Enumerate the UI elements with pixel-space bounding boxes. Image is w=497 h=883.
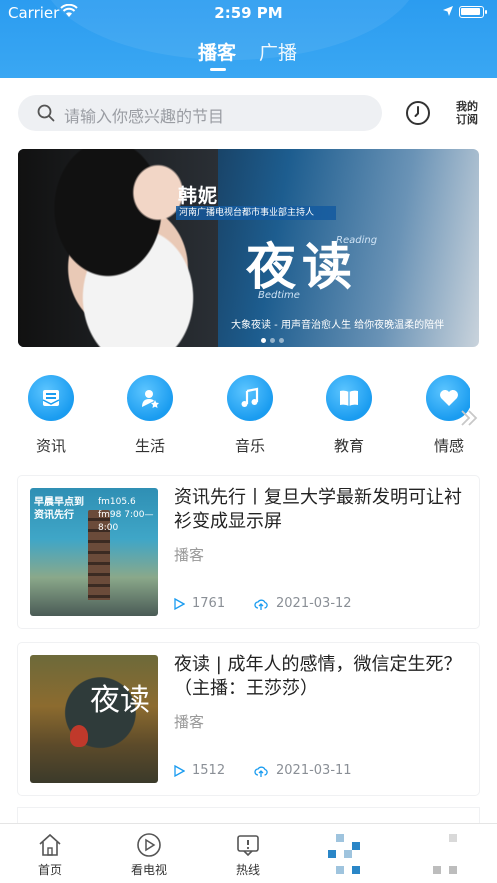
status-bar: Carrier 2:59 PM — [0, 0, 497, 26]
program-thumbnail: 早晨早点到 资讯先行 fm105.6 fm98 7:00—8:00 — [30, 488, 158, 616]
publish-date: 2021-03-12 — [276, 596, 352, 611]
battery-icon — [459, 6, 487, 18]
category-education[interactable]: 教育 — [319, 375, 379, 456]
tabbar-label: 首页 — [37, 863, 62, 877]
banner-host-name: 韩妮 — [178, 185, 219, 207]
carousel-dot[interactable] — [261, 338, 266, 343]
book-icon — [326, 375, 372, 421]
category-life[interactable]: 生活 — [120, 375, 180, 456]
program-card[interactable]: 早晨早点到 资讯先行 fm105.6 fm98 7:00—8:00 资讯先行丨复… — [18, 476, 479, 628]
banner-carousel[interactable]: 韩妮 河南广播电视台都市事业部主持人 夜读 Reading Bedtime 大象… — [18, 149, 479, 347]
location-arrow-icon — [443, 6, 453, 16]
publish-date: 2021-03-11 — [276, 763, 352, 778]
illustration-figure — [70, 725, 88, 747]
play-circle-icon — [137, 833, 161, 857]
program-author: 播客 — [174, 713, 205, 731]
category-label: 生活 — [134, 437, 165, 455]
news-icon — [28, 375, 74, 421]
category-label: 资讯 — [35, 437, 66, 455]
program-author: 播客 — [174, 546, 205, 564]
play-icon — [174, 765, 185, 777]
carousel-dots — [261, 328, 288, 343]
carousel-dot[interactable] — [279, 338, 284, 343]
tab-radio[interactable]: 广播 — [259, 38, 297, 65]
program-title: 资讯先行丨复旦大学最新发明可让衬衫变成显示屏 — [174, 487, 462, 532]
history-clock-icon[interactable] — [405, 100, 431, 126]
person-star-icon — [127, 375, 173, 421]
search-icon — [37, 104, 55, 122]
cloud-upload-icon — [254, 766, 268, 777]
carousel-dot[interactable] — [270, 338, 275, 343]
program-thumbnail: 夜读 — [30, 655, 158, 783]
play-count: 1512 — [192, 763, 226, 778]
program-card[interactable]: 夜读 夜读 | 成年人的感情，微信定生死？（主播：王莎莎） 播客 1512 20… — [18, 643, 479, 795]
category-music[interactable]: 音乐 — [220, 375, 280, 456]
thumbnail-caption: fm105.6 fm98 7:00—8:00 — [98, 497, 154, 533]
tabbar-label: 看电视 — [130, 863, 167, 877]
active-tab-indicator — [210, 68, 226, 71]
tabbar-home[interactable]: 首页 — [10, 824, 90, 878]
tabbar-label: 热线 — [235, 863, 260, 877]
category-news[interactable]: 资讯 — [21, 375, 81, 456]
category-label: 音乐 — [234, 437, 265, 455]
tabbar-tv[interactable]: 看电视 — [109, 824, 189, 878]
program-title: 夜读 | 成年人的感情，微信定生死？（主播：王莎莎） — [174, 654, 462, 699]
tab-podcast[interactable]: 播客 — [198, 38, 236, 65]
main-content: 请输入你感兴趣的节目 我的订阅 韩妮 河南广播电视台都市事业部主持人 夜读 Re… — [0, 78, 497, 838]
play-count: 1761 — [192, 596, 226, 611]
tabbar-hotline[interactable]: 热线 — [208, 824, 288, 878]
category-label: 教育 — [333, 437, 364, 455]
double-chevron-right-icon[interactable] — [458, 408, 480, 428]
hotline-icon — [237, 835, 259, 857]
music-note-icon — [227, 375, 273, 421]
thumbnail-title: 夜读 — [90, 683, 150, 718]
thumbnail-caption: 早晨早点到 资讯先行 — [34, 497, 84, 521]
home-icon — [39, 833, 61, 856]
search-bar[interactable]: 请输入你感兴趣的节目 — [18, 95, 382, 131]
banner-host-photo — [18, 149, 218, 347]
banner-bedtime-label: Bedtime — [258, 290, 300, 301]
play-icon — [174, 598, 185, 610]
category-row: 资讯 生活 音乐 教育 情感 — [0, 375, 470, 465]
banner-reading-label: Reading — [336, 235, 378, 246]
cloud-upload-icon — [254, 599, 268, 610]
header: Carrier 2:59 PM 播客 广播 — [0, 0, 497, 78]
category-label: 情感 — [433, 437, 464, 455]
status-time: 2:59 PM — [214, 4, 283, 22]
header-tabs: 播客 广播 — [0, 38, 497, 74]
search-placeholder: 请输入你感兴趣的节目 — [64, 107, 225, 126]
banner-host-title: 河南广播电视台都市事业部主持人 — [176, 206, 336, 220]
bottom-tab-bar: 首页 看电视 热线 — [0, 823, 497, 883]
my-subscription-button[interactable]: 我的订阅 — [453, 100, 481, 126]
